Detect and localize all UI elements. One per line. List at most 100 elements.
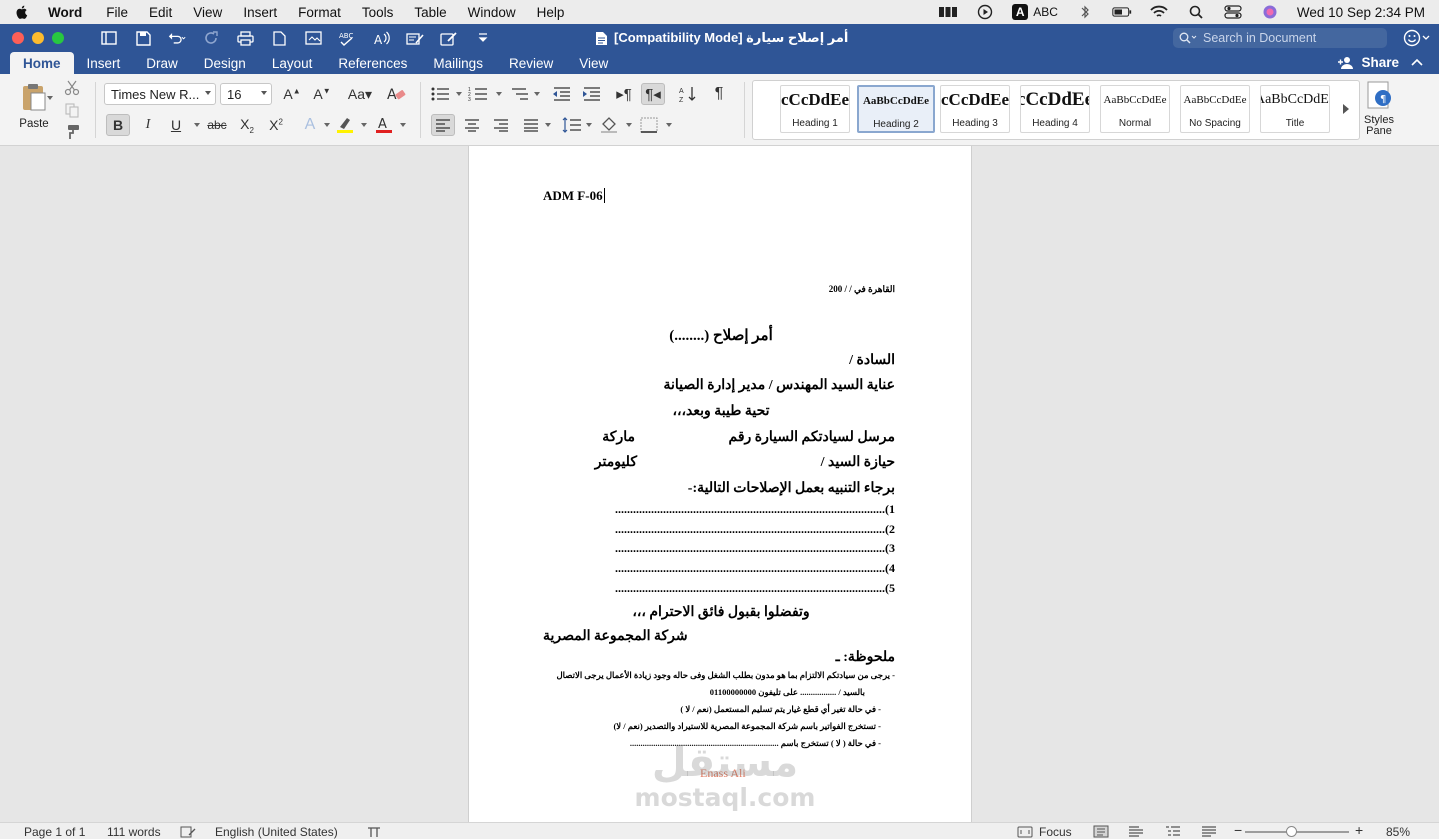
text-effects-chevron-icon[interactable] [324,123,330,127]
tab-references[interactable]: References [325,52,420,74]
style-title[interactable]: AaBbCcDdEe Title [1260,85,1330,133]
menubar-clock[interactable]: Wed 10 Sep 2:34 PM [1297,5,1425,20]
print-icon[interactable] [236,30,254,46]
zoom-level[interactable]: 85% [1386,825,1410,839]
text-effects-button[interactable]: A [298,114,322,136]
sort-button[interactable]: AZ [676,83,700,105]
menu-help[interactable]: Help [537,5,565,20]
underline-button[interactable]: U [164,114,188,136]
menu-view[interactable]: View [193,5,222,20]
insert-picture-icon[interactable] [304,30,322,46]
style-no-spacing[interactable]: AaBbCcDdEe No Spacing [1180,85,1250,133]
menu-file[interactable]: File [106,5,128,20]
superscript-button[interactable]: X2 [264,114,288,136]
font-color-chevron-icon[interactable] [400,123,406,127]
accessibility-icon[interactable] [367,826,381,838]
undo-icon[interactable] [168,30,186,46]
zoom-slider[interactable] [1245,831,1349,833]
menu-window[interactable]: Window [468,5,516,20]
style-heading-1[interactable]: cCcDdEe Heading 1 [780,85,850,133]
paste-options-chevron-icon[interactable] [47,96,53,100]
italic-button[interactable]: I [136,114,160,136]
zoom-in-button[interactable]: + [1355,822,1363,838]
menu-tools[interactable]: Tools [362,5,394,20]
minimize-window-button[interactable] [32,32,44,44]
font-name-dropdown[interactable]: Times New R... [104,83,216,105]
shading-chevron-icon[interactable] [626,123,632,127]
zoom-out-button[interactable]: − [1234,822,1242,838]
change-case-button[interactable]: Aa▾ [344,83,376,105]
shading-button[interactable] [597,114,621,136]
tab-layout[interactable]: Layout [259,52,326,74]
shrink-font-button[interactable]: A▼ [310,83,334,105]
page-count[interactable]: Page 1 of 1 [24,825,85,839]
copy-icon[interactable] [64,102,82,118]
menu-table[interactable]: Table [414,5,446,20]
sidebar-toggle-icon[interactable] [100,30,118,46]
increase-indent-button[interactable] [580,83,604,105]
multilevel-list-button[interactable] [508,83,532,105]
line-spacing-button[interactable] [560,114,584,136]
share-button[interactable]: Share [1338,52,1423,72]
menu-format[interactable]: Format [298,5,341,20]
bullets-chevron-icon[interactable] [456,92,462,96]
track-changes-icon[interactable] [406,30,424,46]
clear-formatting-button[interactable]: A [384,83,408,105]
highlight-chevron-icon[interactable] [361,123,367,127]
tab-insert[interactable]: Insert [74,52,134,74]
cut-icon[interactable] [64,80,82,96]
tab-review[interactable]: Review [496,52,566,74]
search-in-document-field[interactable]: Search in Document [1173,28,1387,48]
tab-view[interactable]: View [566,52,621,74]
siri-icon[interactable] [1260,5,1280,19]
style-heading-2[interactable]: AaBbCcDdEe Heading 2 [857,85,935,133]
style-heading-4[interactable]: cCcDdEe Heading 4 [1020,85,1090,133]
zoom-window-button[interactable] [52,32,64,44]
close-window-button[interactable] [12,32,24,44]
redo-icon[interactable] [202,30,220,46]
align-center-button[interactable] [460,114,484,136]
bullets-button[interactable] [428,83,452,105]
dock-icon[interactable] [938,5,958,19]
web-layout-view-icon[interactable] [1128,825,1144,838]
borders-chevron-icon[interactable] [666,123,672,127]
ltr-direction-button[interactable]: ▸¶ [612,83,636,105]
styles-pane-button[interactable]: ¶ Styles Pane [1362,80,1396,137]
decrease-indent-button[interactable] [550,83,574,105]
input-source-indicator[interactable]: A ABC [1012,4,1058,20]
style-heading-3[interactable]: cCcDdEe Heading 3 [940,85,1010,133]
customize-toolbar-icon[interactable] [474,30,492,46]
control-center-icon[interactable] [1223,5,1243,19]
bold-button[interactable]: B [106,114,130,136]
menu-app-word[interactable]: Word [48,5,82,20]
numbering-button[interactable]: 123 [466,83,490,105]
paste-button[interactable]: Paste [12,82,56,140]
menu-insert[interactable]: Insert [243,5,277,20]
collapse-ribbon-icon[interactable] [1411,58,1423,66]
justify-chevron-icon[interactable] [545,123,551,127]
focus-button[interactable]: Focus [1039,825,1072,839]
tab-home[interactable]: Home [10,52,74,74]
multilevel-chevron-icon[interactable] [534,92,540,96]
battery-icon[interactable] [1112,5,1132,19]
word-count[interactable]: 111 words [107,825,161,839]
outline-view-icon[interactable] [1165,825,1181,838]
font-color-button[interactable]: A [372,114,396,136]
align-left-button[interactable] [431,114,455,136]
style-normal[interactable]: AaBbCcDdEe Normal [1100,85,1170,133]
new-document-icon[interactable] [270,30,288,46]
spelling-check-icon[interactable]: ABC [338,30,356,46]
subscript-button[interactable]: X2 [235,114,259,136]
draft-view-icon[interactable] [1201,825,1217,838]
tab-design[interactable]: Design [191,52,259,74]
feedback-smiley-icon[interactable] [1403,29,1431,47]
justify-button[interactable] [519,114,543,136]
format-painter-icon[interactable] [64,124,82,140]
gallery-scroll-right-icon[interactable] [1341,103,1351,115]
tab-draw[interactable]: Draw [133,52,191,74]
font-size-dropdown[interactable]: 16 [220,83,272,105]
tab-mailings[interactable]: Mailings [420,52,496,74]
zoom-slider-handle[interactable] [1286,826,1297,837]
spotlight-search-icon[interactable] [1186,5,1206,19]
language-indicator[interactable]: English (United States) [215,825,338,839]
